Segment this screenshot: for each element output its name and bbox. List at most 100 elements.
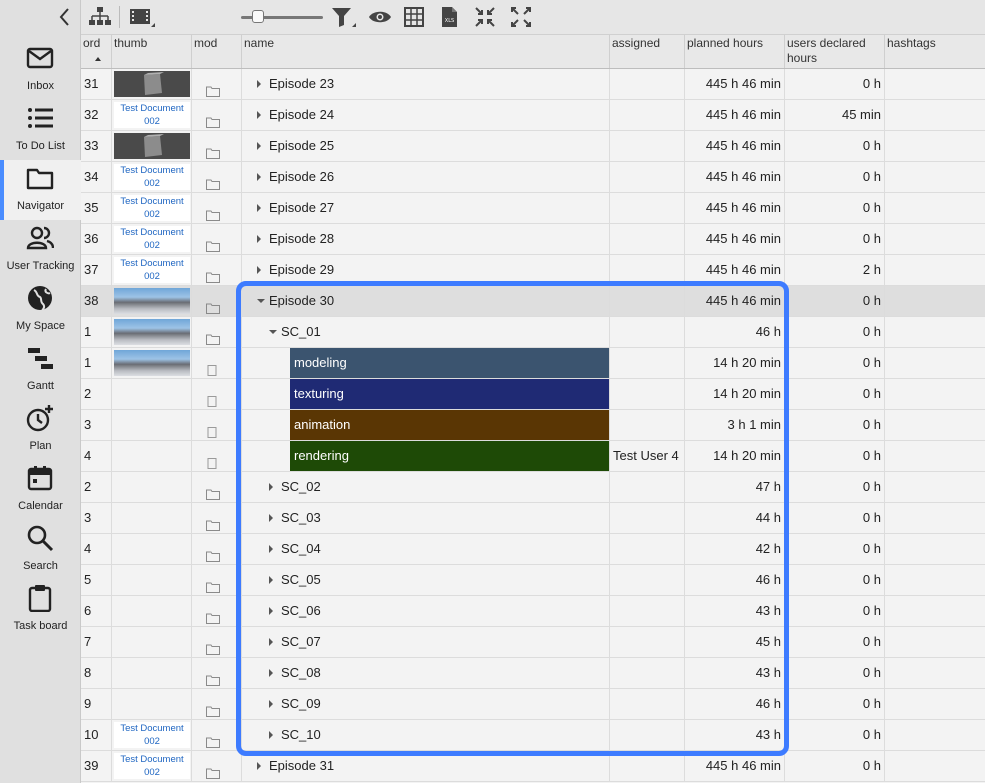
- folder-icon[interactable]: [206, 636, 220, 655]
- cell-hashtags[interactable]: [885, 441, 985, 471]
- cell-hashtags[interactable]: [885, 503, 985, 533]
- eye-icon[interactable]: [368, 6, 392, 28]
- thumbnail-document[interactable]: Test Document 002: [114, 722, 190, 748]
- cell-assigned[interactable]: [610, 162, 685, 192]
- cell-name[interactable]: Episode 26: [242, 162, 610, 192]
- cell-name[interactable]: SC_01: [242, 317, 610, 347]
- column-header-assigned[interactable]: assigned: [610, 35, 685, 68]
- cell-hashtags[interactable]: [885, 255, 985, 285]
- folder-icon[interactable]: [206, 140, 220, 159]
- column-header-mod[interactable]: mod: [192, 35, 242, 68]
- collapsed-caret-icon[interactable]: [257, 204, 261, 212]
- cell-hashtags[interactable]: [885, 658, 985, 688]
- cell-hashtags[interactable]: [885, 627, 985, 657]
- cell-assigned[interactable]: [610, 131, 685, 161]
- cell-assigned[interactable]: [610, 720, 685, 750]
- table-row[interactable]: 5 SC_05 46 h0 h: [81, 565, 985, 596]
- cell-hashtags[interactable]: [885, 472, 985, 502]
- cell-assigned[interactable]: [610, 317, 685, 347]
- folder-icon[interactable]: [206, 729, 220, 748]
- collapsed-caret-icon[interactable]: [257, 80, 261, 88]
- folder-icon[interactable]: [206, 326, 220, 345]
- folder-icon[interactable]: [206, 574, 220, 593]
- compress-icon[interactable]: [474, 6, 496, 28]
- table-row[interactable]: 8 SC_08 43 h0 h: [81, 658, 985, 689]
- collapsed-caret-icon[interactable]: [269, 514, 273, 522]
- cell-name[interactable]: SC_09: [242, 689, 610, 719]
- table-row[interactable]: 32 Test Document 002 Episode 24 445 h 46 min…: [81, 100, 985, 131]
- cell-name[interactable]: rendering: [242, 441, 610, 471]
- expand-icon[interactable]: [510, 6, 532, 28]
- folder-icon[interactable]: [206, 698, 220, 717]
- cell-assigned[interactable]: [610, 410, 685, 440]
- cell-name[interactable]: Episode 31: [242, 751, 610, 781]
- table-row[interactable]: 9 SC_09 46 h0 h: [81, 689, 985, 720]
- cell-name[interactable]: SC_04: [242, 534, 610, 564]
- collapsed-caret-icon[interactable]: [257, 235, 261, 243]
- folder-icon[interactable]: [206, 109, 220, 128]
- folder-icon[interactable]: [206, 605, 220, 624]
- cell-hashtags[interactable]: [885, 317, 985, 347]
- sidebar-item-plan[interactable]: Plan: [0, 400, 81, 460]
- task-label[interactable]: rendering: [290, 441, 609, 471]
- table-row[interactable]: 37 Test Document 002 Episode 29 445 h 46 min…: [81, 255, 985, 286]
- folder-icon[interactable]: [206, 202, 220, 221]
- folder-icon[interactable]: [206, 171, 220, 190]
- cell-name[interactable]: Episode 24: [242, 100, 610, 130]
- collapsed-caret-icon[interactable]: [269, 669, 273, 677]
- thumbnail-image[interactable]: [114, 319, 190, 345]
- task-icon[interactable]: [206, 419, 220, 438]
- cell-hashtags[interactable]: [885, 348, 985, 378]
- thumbnail-3d-model[interactable]: [114, 71, 190, 97]
- cell-assigned[interactable]: [610, 751, 685, 781]
- collapsed-caret-icon[interactable]: [269, 700, 273, 708]
- collapsed-caret-icon[interactable]: [269, 607, 273, 615]
- collapsed-caret-icon[interactable]: [257, 111, 261, 119]
- thumbnail-document[interactable]: Test Document 002: [114, 753, 190, 779]
- task-label[interactable]: modeling: [290, 348, 609, 378]
- sidebar-item-my-space[interactable]: My Space: [0, 280, 81, 340]
- column-header-thumb[interactable]: thumb: [112, 35, 192, 68]
- thumbnail-document[interactable]: Test Document 002: [114, 164, 190, 190]
- folder-icon[interactable]: [206, 295, 220, 314]
- task-label[interactable]: animation: [290, 410, 609, 440]
- table-row[interactable]: 38 Episode 30 445 h 46 min 0 h: [81, 286, 985, 317]
- cell-assigned[interactable]: [610, 379, 685, 409]
- task-icon[interactable]: [206, 450, 220, 469]
- table-row[interactable]: 10 Test Document 002 SC_10 43 h0 h: [81, 720, 985, 751]
- folder-icon[interactable]: [206, 512, 220, 531]
- column-header-planned-hours[interactable]: planned hours: [685, 35, 785, 68]
- filter-icon[interactable]: [331, 6, 361, 28]
- cell-hashtags[interactable]: [885, 193, 985, 223]
- table-row[interactable]: 6 SC_06 43 h0 h: [81, 596, 985, 627]
- collapsed-caret-icon[interactable]: [269, 576, 273, 584]
- column-header-hashtags[interactable]: hashtags: [885, 35, 985, 68]
- thumbnail-image[interactable]: [114, 350, 190, 376]
- collapsed-caret-icon[interactable]: [269, 731, 273, 739]
- cell-hashtags[interactable]: [885, 131, 985, 161]
- cell-hashtags[interactable]: [885, 69, 985, 99]
- folder-icon[interactable]: [206, 667, 220, 686]
- sidebar-item-calendar[interactable]: Calendar: [0, 460, 81, 520]
- table-row[interactable]: 2 SC_02 47 h0 h: [81, 472, 985, 503]
- table-row[interactable]: 1 modeling 14 h 20 min 0 h: [81, 348, 985, 379]
- cell-name[interactable]: texturing: [242, 379, 610, 409]
- cell-hashtags[interactable]: [885, 596, 985, 626]
- sidebar-item-gantt[interactable]: Gantt: [0, 340, 81, 400]
- table-row[interactable]: 36 Test Document 002 Episode 28 445 h 46 min…: [81, 224, 985, 255]
- cell-hashtags[interactable]: [885, 224, 985, 254]
- cell-hashtags[interactable]: [885, 720, 985, 750]
- folder-icon[interactable]: [206, 78, 220, 97]
- table-row[interactable]: 2 texturing 14 h 20 min 0 h: [81, 379, 985, 410]
- cell-name[interactable]: SC_05: [242, 565, 610, 595]
- table-row[interactable]: 31 Episode 23 445 h 46 min 0 h: [81, 69, 985, 100]
- thumbnail-document[interactable]: Test Document 002: [114, 226, 190, 252]
- sidebar-item-to-do-list[interactable]: To Do List: [0, 100, 81, 160]
- cell-name[interactable]: Episode 25: [242, 131, 610, 161]
- table-row[interactable]: 4 SC_04 42 h0 h: [81, 534, 985, 565]
- folder-icon[interactable]: [206, 760, 220, 779]
- cell-assigned[interactable]: [610, 658, 685, 688]
- cell-hashtags[interactable]: [885, 286, 985, 316]
- table-row[interactable]: 33 Episode 25 445 h 46 min 0 h: [81, 131, 985, 162]
- cell-hashtags[interactable]: [885, 689, 985, 719]
